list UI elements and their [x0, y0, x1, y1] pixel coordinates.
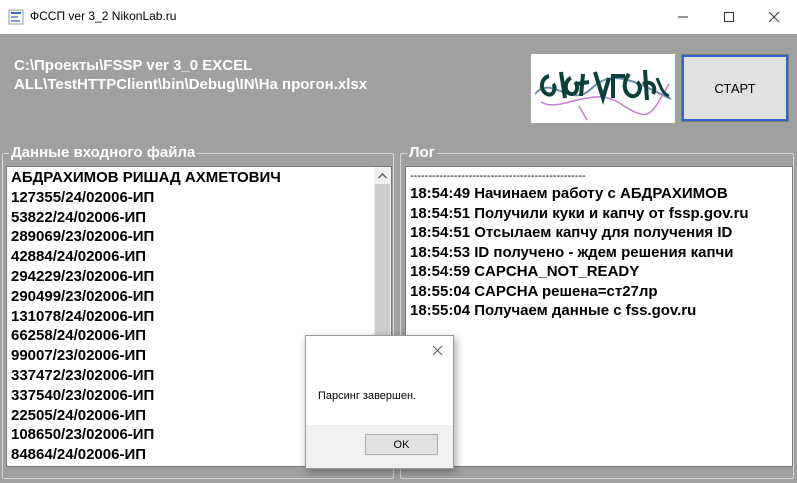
dialog-footer: OK [306, 425, 453, 468]
list-item[interactable]: 294229/23/02006-ИП [11, 267, 281, 287]
list-item[interactable]: 337472/23/02006-ИП [11, 366, 281, 386]
minimize-button[interactable] [660, 0, 706, 34]
close-button[interactable] [751, 0, 797, 34]
list-item[interactable]: 290499/23/02006-ИП [11, 287, 281, 307]
list-item[interactable]: 84864/24/02006-ИП [11, 445, 281, 465]
list-item[interactable]: 108650/23/02006-ИП [11, 425, 281, 445]
list-item[interactable]: 22505/24/02006-ИП [11, 406, 281, 426]
input-data-legend: Данные входного файла [9, 144, 198, 161]
close-icon [768, 11, 780, 23]
list-item[interactable]: АБДРАХИМОВ РИШАД АХМЕТОВИЧ [11, 168, 281, 188]
window-title: ФССП ver 3_2 NikonLab.ru [30, 9, 177, 23]
list-item[interactable]: 127355/24/02006-ИП [11, 188, 281, 208]
minimize-icon [678, 16, 688, 18]
log-line: ----------------------------------------… [410, 170, 586, 182]
list-item[interactable]: 42884/24/02006-ИП [11, 247, 281, 267]
list-item[interactable]: 99007/23/02006-ИП [11, 346, 281, 366]
chevron-up-icon [378, 172, 387, 179]
list-item[interactable]: 66258/24/02006-ИП [11, 326, 281, 346]
title-bar: ФССП ver 3_2 NikonLab.ru [0, 0, 797, 34]
log-group: Лог ------------------------------------… [400, 144, 794, 479]
list-item[interactable]: 131078/24/02006-ИП [11, 307, 281, 327]
message-dialog: Парсинг завершен. OK [305, 335, 454, 469]
list-item[interactable]: 53822/24/02006-ИП [11, 208, 281, 228]
log-line: 18:54:59 CAPCHA_NOT_READY [410, 263, 640, 280]
ok-button[interactable]: OK [365, 434, 438, 455]
log-line: 18:55:04 CAPCHA решена=ст27лр [410, 282, 658, 300]
log-line: 18:54:53 ID получено - ждем решения капч… [410, 243, 734, 261]
captcha-image [531, 54, 675, 123]
maximize-icon [724, 12, 734, 22]
list-item[interactable]: 337540/23/02006-ИП [11, 386, 281, 406]
log-line: 18:55:04 Получаем данные с fss.gov.ru [410, 302, 697, 319]
dialog-message: Парсинг завершен. [318, 390, 417, 402]
file-path-label: C:\Проекты\FSSP ver 3_0 EXCEL ALL\TestHT… [14, 57, 368, 93]
log-legend: Лог [407, 144, 437, 161]
app-icon [8, 9, 24, 25]
start-button[interactable]: СТАРТ [681, 54, 789, 122]
dialog-close-button[interactable] [429, 342, 445, 358]
list-item[interactable]: 289069/23/02006-ИП [11, 227, 281, 247]
close-icon [432, 345, 442, 355]
scroll-up-button[interactable] [374, 167, 391, 184]
log-line: 18:54:51 Получили куки и капчу от fssp.g… [410, 204, 749, 222]
maximize-button[interactable] [706, 0, 752, 34]
log-line: 18:54:51 Отсылаем капчу для получения ID [410, 224, 733, 241]
log-line: 18:54:49 Начинаем работу с АБДРАХИМОВ [410, 185, 728, 202]
scroll-thumb[interactable] [375, 184, 390, 339]
log-list[interactable]: ----------------------------------------… [405, 166, 793, 467]
